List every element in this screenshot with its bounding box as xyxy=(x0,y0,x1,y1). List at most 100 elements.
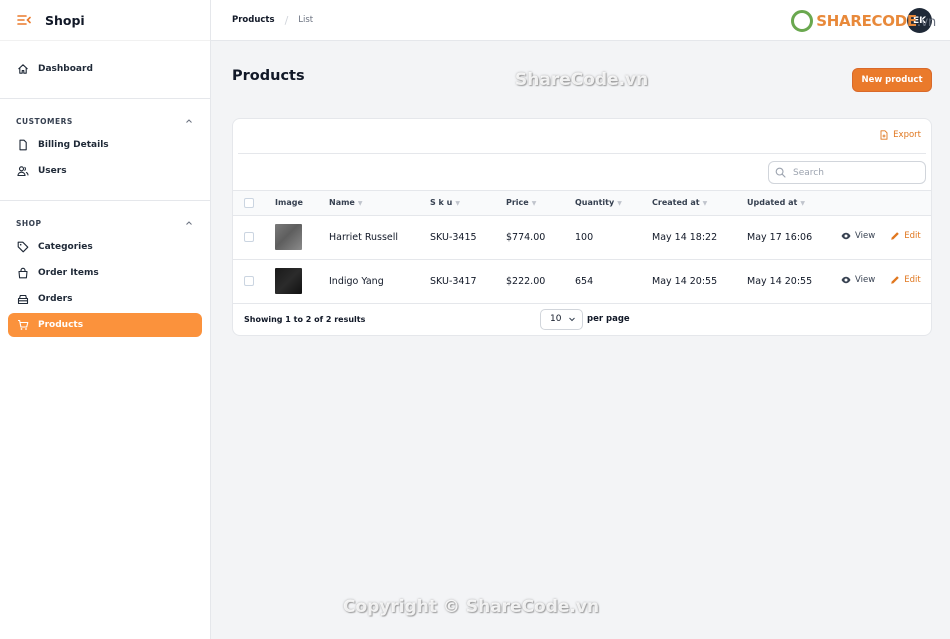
group-header-shop[interactable]: SHOP xyxy=(0,214,210,232)
cell-sku: SKU-3417 xyxy=(430,275,477,287)
column-sku[interactable]: S k u ▼ xyxy=(430,191,506,215)
column-created-at[interactable]: Created at ▼ xyxy=(652,191,747,215)
column-price[interactable]: Price ▼ xyxy=(506,191,575,215)
sidebar-item-label: Users xyxy=(38,166,67,176)
row-checkbox[interactable] xyxy=(244,276,254,286)
sort-icon: ▼ xyxy=(617,200,622,208)
pagination-footer: Showing 1 to 2 of 2 results 10 per page xyxy=(233,304,931,336)
new-product-button[interactable]: New product xyxy=(852,68,932,92)
sidebar-item-label: Categories xyxy=(38,242,93,252)
sidebar-item-dashboard[interactable]: Dashboard xyxy=(8,57,202,81)
cell-name: Harriet Russell xyxy=(329,231,399,243)
cell-updated-at: May 14 20:55 xyxy=(747,275,813,287)
sort-icon: ▼ xyxy=(357,200,363,208)
cell-name: Indigo Yang xyxy=(329,275,384,287)
sidebar-item-label: Order Items xyxy=(38,268,99,278)
sort-icon: ▼ xyxy=(800,200,805,208)
search-input[interactable] xyxy=(793,167,913,178)
results-summary: Showing 1 to 2 of 2 results xyxy=(244,315,366,324)
table-header-actions: Export xyxy=(238,119,926,154)
page-title: Products xyxy=(232,68,305,84)
sidebar: Shopi Dashboard CUSTOMERS Billing Detail… xyxy=(0,0,211,639)
cell-created-at: May 14 20:55 xyxy=(652,275,718,287)
eye-icon xyxy=(841,276,851,283)
per-page-control: 10 per page xyxy=(540,308,630,330)
brand-name[interactable]: Shopi xyxy=(45,13,85,28)
export-button[interactable]: Export xyxy=(879,130,921,140)
collapse-menu-icon[interactable] xyxy=(17,13,31,27)
sidebar-item-products[interactable]: Products xyxy=(8,313,202,337)
sidebar-item-label: Dashboard xyxy=(38,64,93,74)
sort-icon: ▼ xyxy=(702,200,708,208)
sidebar-item-categories[interactable]: Categories xyxy=(8,235,202,259)
nav-group-customers: CUSTOMERS Billing Details Users xyxy=(0,98,210,200)
column-updated-at[interactable]: Updated at ▼ xyxy=(747,191,841,215)
sidebar-item-label: Billing Details xyxy=(38,140,109,150)
home-icon xyxy=(18,64,28,74)
sidebar-item-users[interactable]: Users xyxy=(8,159,202,183)
products-table-card: Export Image Name▼ S k u▼ Price▼ Quantit… xyxy=(232,118,932,336)
breadcrumb-separator: / xyxy=(284,13,289,27)
per-page-value: 10 xyxy=(550,314,562,324)
cell-sku: SKU-3415 xyxy=(430,231,477,243)
group-label: CUSTOMERS xyxy=(16,116,73,126)
table-row[interactable]: Harriet Russell SKU-3415 $774.00 100 May… xyxy=(233,215,931,259)
sort-icon: ▼ xyxy=(531,200,537,208)
cell-price: $774.00 xyxy=(506,231,546,243)
document-icon xyxy=(19,139,27,151)
view-button[interactable]: View xyxy=(841,231,875,241)
sidebar-item-orders[interactable]: Orders xyxy=(8,287,202,311)
eye-icon xyxy=(841,232,851,239)
pencil-icon xyxy=(891,231,900,240)
edit-button[interactable]: Edit xyxy=(890,231,921,241)
shopping-bag-icon xyxy=(18,267,28,279)
products-table: Image Name ▼ S k u ▼ Price ▼ Quantity ▼ Crea… xyxy=(233,191,931,304)
select-all-checkbox[interactable] xyxy=(244,197,254,208)
pencil-icon xyxy=(891,275,900,284)
chevron-up-icon xyxy=(186,221,192,225)
sidebar-item-label: Orders xyxy=(38,294,73,304)
edit-button[interactable]: Edit xyxy=(890,275,921,285)
watermark-top: ShareCode.vn xyxy=(515,70,649,90)
sidebar-item-billing-details[interactable]: Billing Details xyxy=(8,133,202,157)
sharecode-logo: SHARECODE.vn xyxy=(791,10,936,32)
tag-icon xyxy=(17,241,29,253)
logo-text: SHARECODE.vn xyxy=(816,12,936,30)
row-checkbox[interactable] xyxy=(244,232,254,242)
search-row xyxy=(233,154,931,191)
chevron-up-icon xyxy=(186,119,192,123)
product-image xyxy=(275,268,302,294)
search-icon xyxy=(775,167,786,178)
search-box[interactable] xyxy=(768,161,926,184)
cell-quantity: 654 xyxy=(575,275,594,287)
column-quantity[interactable]: Quantity ▼ xyxy=(575,191,652,215)
sidebar-item-label: Products xyxy=(38,320,84,330)
export-file-icon xyxy=(880,130,888,140)
cell-created-at: May 14 18:22 xyxy=(652,231,718,243)
nav-group-shop: SHOP Categories Order Items Orders Produ… xyxy=(0,200,210,337)
sidebar-item-order-items[interactable]: Order Items xyxy=(8,261,202,285)
table-header-row: Image Name ▼ S k u ▼ Price ▼ Quantity ▼ Crea… xyxy=(233,191,931,215)
archive-box-icon xyxy=(17,294,29,305)
per-page-select[interactable]: 10 xyxy=(540,308,583,330)
sort-icon: ▼ xyxy=(455,200,460,208)
column-name[interactable]: Name ▼ xyxy=(329,191,430,215)
per-page-label: per page xyxy=(587,314,630,324)
view-button[interactable]: View xyxy=(841,275,875,285)
column-actions xyxy=(841,191,931,215)
brand: Shopi xyxy=(0,0,210,41)
users-icon xyxy=(17,166,29,177)
breadcrumb: Products / List xyxy=(232,14,313,27)
breadcrumb-products[interactable]: Products xyxy=(232,15,275,25)
cell-quantity: 100 xyxy=(575,231,594,243)
cell-price: $222.00 xyxy=(506,275,546,287)
table-row[interactable]: Indigo Yang SKU-3417 $222.00 654 May 14 … xyxy=(233,259,931,303)
chevron-down-icon xyxy=(569,317,575,322)
shopping-cart-icon xyxy=(18,319,29,330)
column-image: Image xyxy=(275,198,303,208)
group-header-customers[interactable]: CUSTOMERS xyxy=(0,112,210,130)
watermark-bottom: Copyright © ShareCode.vn xyxy=(343,597,600,617)
group-label: SHOP xyxy=(16,218,42,228)
breadcrumb-current: List xyxy=(298,15,314,25)
cell-updated-at: May 17 16:06 xyxy=(747,231,813,243)
